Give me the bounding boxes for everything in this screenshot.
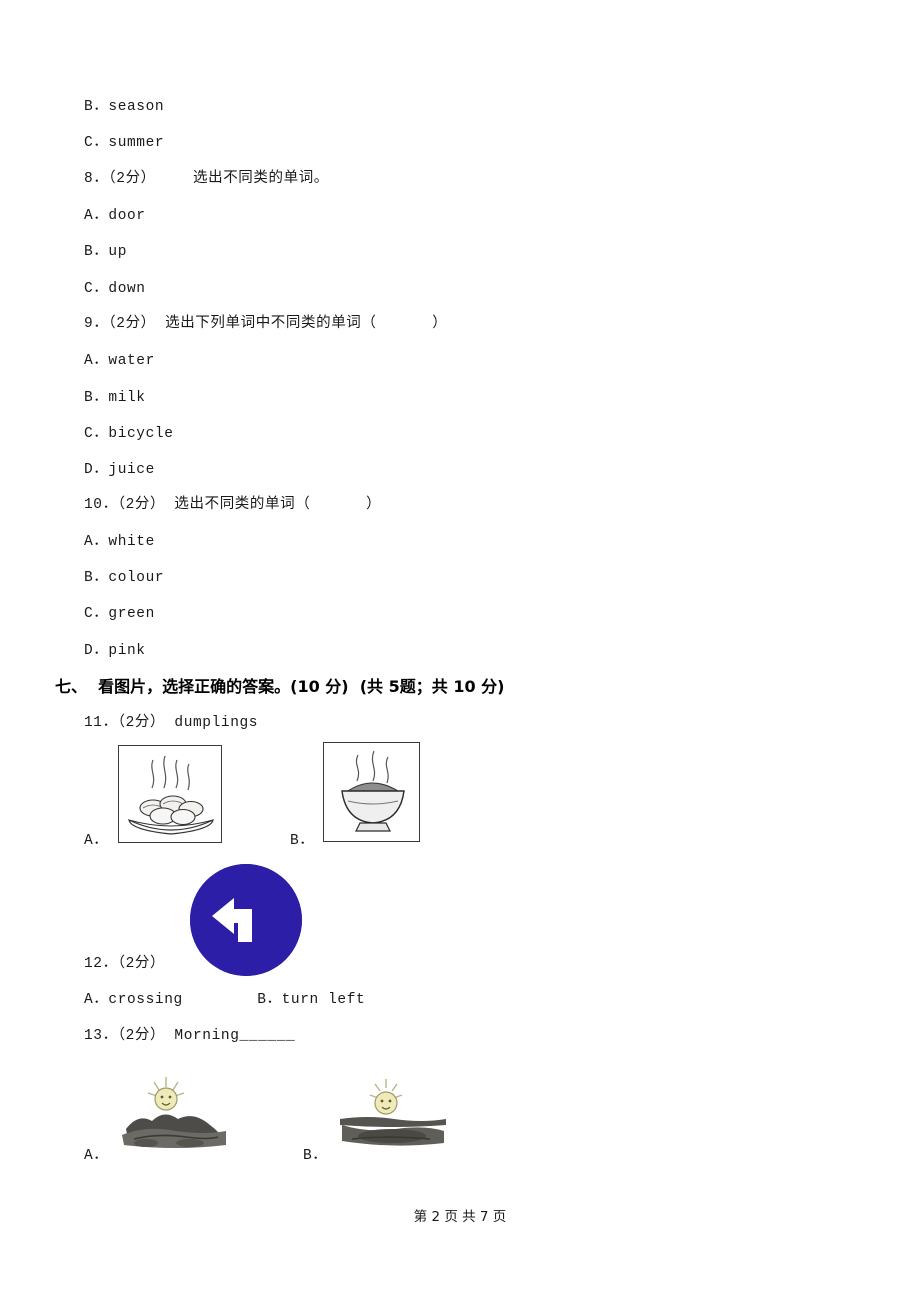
question-8-text: 选出不同类的单词。 [193,171,329,187]
turn-left-road-sign [190,864,302,976]
question-8-option-c: C．down [84,281,146,297]
question-8-option-a: A．door [84,208,146,224]
question-10-option-c: C．green [84,606,155,622]
question-13-number: 13 [84,1028,103,1044]
question-8-option-b: B．up [84,244,128,260]
question-10-stem: 10．（2分） 选出不同类的单词（ ） [84,497,382,513]
question-12-stem: 12．（2分） [84,956,166,972]
question-10-number: 10 [84,497,103,513]
question-11-image-a [118,745,222,843]
question-9-option-c: C．bicycle [84,426,174,442]
question-13-marks: （2分） [117,1028,166,1044]
question-13-image-a [118,1073,232,1151]
question-9-stem: 9．（2分） 选出下列单词中不同类的单词（ ） [84,316,448,332]
question-10-marks: （2分） [117,497,166,513]
question-13-option-b-label: B． [303,1148,328,1164]
question-9-option-d: D．juice [84,462,155,478]
question-12-number: 12 [84,956,103,972]
question-9-option-b: B．milk [84,390,146,406]
question-9-marks: （2分） [108,316,156,332]
question-12-marks: （2分） [117,956,166,972]
question-10-option-a: A．white [84,534,155,550]
left-arrow-icon [190,864,302,976]
sunset-over-water-photo [338,1073,448,1151]
question-11-option-a-label: A． [84,833,109,849]
document-page: B．season C．summer 8．（2分） 选出不同类的单词。 A．doo… [0,0,920,1302]
page-footer: 第 2 页 共 7 页 [413,1209,507,1225]
question-11-marks: （2分） [117,715,166,731]
question-13-image-b [338,1073,448,1151]
question-12-answers: A．crossing B．turn left [84,992,366,1008]
question-11-option-b-label: B． [290,833,315,849]
question-8-number: 8 [84,171,94,187]
question-11-text: dumplings [174,715,259,731]
question-13-option-a-label: A． [84,1148,109,1164]
question-8-stem: 8．（2分） 选出不同类的单词。 [84,171,329,187]
sunrise-over-hills-photo [118,1073,232,1151]
plate-of-dumplings-illustration [119,746,221,842]
question-9-number: 9 [84,316,94,332]
question-10-text: 选出不同类的单词（ ） [174,497,382,513]
question-11-number: 11 [84,715,103,731]
section-heading: 七、 看图片，选择正确的答案。(10 分) (共 5题；共 10 分) [55,677,505,696]
question-8-marks: （2分） [108,171,156,187]
question-11-stem: 11．（2分） dumplings [84,715,259,731]
question-9-option-a: A．water [84,353,155,369]
question-13-text: Morning______ [174,1028,296,1044]
question-10-option-b: B．colour [84,570,165,586]
bowl-of-noodles-illustration [324,743,419,841]
option-line: C．summer [84,135,165,151]
question-9-text: 选出下列单词中不同类的单词（ ） [165,316,448,332]
question-10-option-d: D．pink [84,643,146,659]
question-11-image-b [323,742,420,842]
question-13-stem: 13．（2分） Morning______ [84,1028,296,1044]
option-line: B．season [84,99,165,115]
